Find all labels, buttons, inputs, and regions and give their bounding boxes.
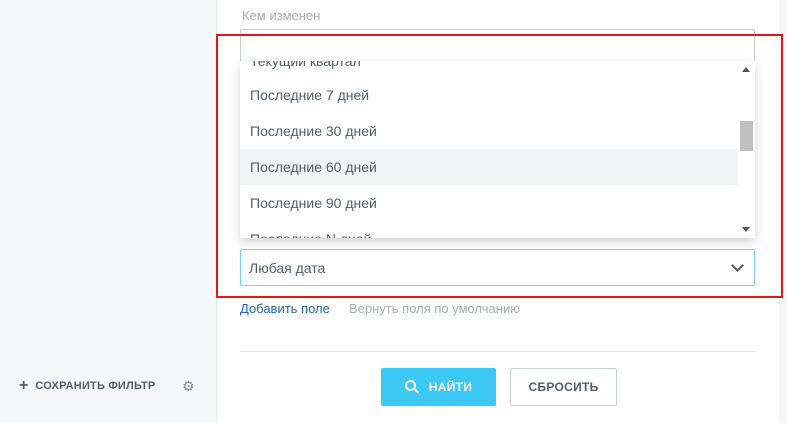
chevron-down-icon xyxy=(731,259,744,272)
filter-sidebar: + СОХРАНИТЬ ФИЛЬТР ⚙ xyxy=(0,0,216,423)
dropdown-option[interactable]: Последние 30 дней xyxy=(240,113,738,149)
plus-icon: + xyxy=(19,377,29,394)
restore-default-fields-link[interactable]: Вернуть поля по умолчанию xyxy=(349,301,520,316)
search-button[interactable]: НАЙТИ xyxy=(381,368,496,406)
actions-divider xyxy=(240,351,755,352)
scroll-up-arrow-icon[interactable] xyxy=(742,67,750,72)
reset-button[interactable]: СБРОСИТЬ xyxy=(510,368,617,406)
reset-button-label: СБРОСИТЬ xyxy=(528,380,599,394)
dropdown-option[interactable]: Последние 90 дней xyxy=(240,185,738,221)
dropdown-option[interactable]: Последние N дней xyxy=(240,221,738,238)
date-dropdown-list[interactable]: Текущий квартал Последние 7 дней Последн… xyxy=(240,61,755,238)
scrollbar-thumb[interactable] xyxy=(740,121,753,151)
date-select[interactable]: Любая дата xyxy=(240,249,755,286)
date-select-value: Любая дата xyxy=(249,260,326,276)
sidebar-divider xyxy=(216,0,217,423)
changed-by-label: Кем изменен xyxy=(242,8,321,23)
gear-icon[interactable]: ⚙ xyxy=(182,379,195,393)
right-edge xyxy=(779,0,787,423)
search-icon xyxy=(404,380,419,394)
dropdown-option-hovered[interactable]: Последние 60 дней xyxy=(240,149,738,185)
add-field-link[interactable]: Добавить поле xyxy=(240,301,330,316)
search-button-label: НАЙТИ xyxy=(428,380,473,394)
dropdown-scrollbar[interactable] xyxy=(738,61,755,238)
dropdown-option[interactable]: Последние 7 дней xyxy=(240,77,738,113)
scroll-down-arrow-icon[interactable] xyxy=(742,227,750,232)
changed-by-field[interactable] xyxy=(240,29,755,65)
save-filter-button[interactable]: + СОХРАНИТЬ ФИЛЬТР xyxy=(19,377,156,394)
save-filter-label: СОХРАНИТЬ ФИЛЬТР xyxy=(35,380,156,392)
